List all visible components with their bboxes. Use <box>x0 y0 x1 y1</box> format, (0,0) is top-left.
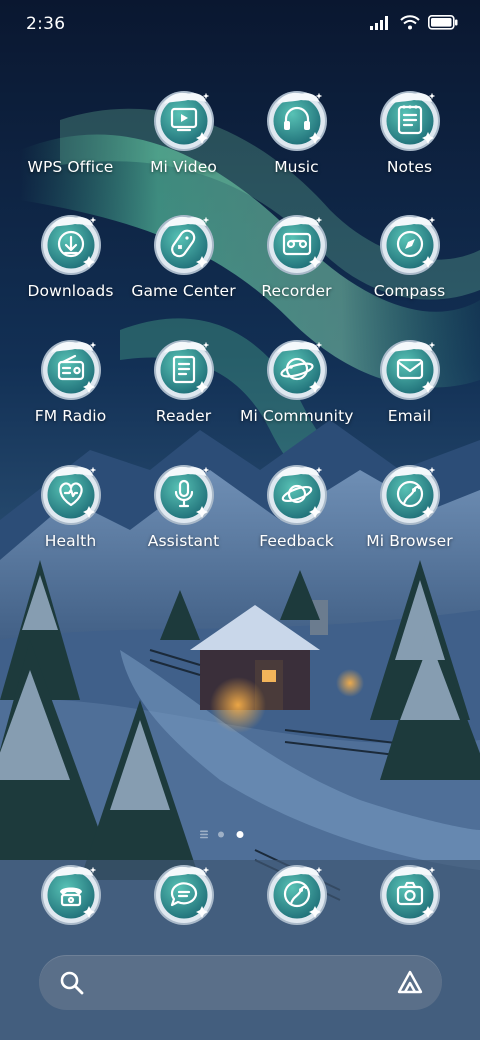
app-assistant[interactable]: Assistant <box>127 462 240 550</box>
microphone-icon[interactable] <box>152 462 216 526</box>
wifi-icon <box>400 15 420 30</box>
heart-icon[interactable] <box>39 462 103 526</box>
app-label: Notes <box>386 158 433 176</box>
app-downloads[interactable]: Downloads <box>14 212 127 300</box>
app-label: FM Radio <box>34 407 107 425</box>
app-label: Recorder <box>261 282 332 300</box>
page-dot <box>218 831 224 838</box>
page-dot-active <box>236 831 244 838</box>
app-label: Mi Community <box>240 407 354 425</box>
phone-icon[interactable] <box>39 862 103 926</box>
app-music[interactable]: Music <box>240 88 353 176</box>
app-label: Downloads <box>27 282 114 300</box>
app-label: Health <box>44 532 97 550</box>
app-label: Email <box>387 407 432 425</box>
app-label: Reader <box>155 407 212 425</box>
status-time: 2:36 <box>26 14 66 34</box>
app-email[interactable]: Email <box>353 337 466 425</box>
camera-icon[interactable] <box>378 862 442 926</box>
game-controller-icon[interactable] <box>152 212 216 276</box>
search-bar[interactable] <box>39 955 442 1010</box>
app-label: WPS Office <box>27 158 114 176</box>
app-wps-office[interactable]: WPS Office <box>14 88 127 176</box>
app-reader[interactable]: Reader <box>127 337 240 425</box>
browser-icon[interactable] <box>378 462 442 526</box>
app-mi-video[interactable]: Mi Video <box>127 88 240 176</box>
app-fm-radio[interactable]: FM Radio <box>14 337 127 425</box>
app-mi-browser[interactable]: Mi Browser <box>353 462 466 550</box>
app-label: Assistant <box>147 532 220 550</box>
app-label: Feedback <box>259 532 334 550</box>
app-notes[interactable]: Notes <box>353 88 466 176</box>
app-mi-community[interactable]: Mi Community <box>240 337 353 425</box>
battery-icon <box>428 15 458 30</box>
status-bar: 2:36 <box>0 0 480 50</box>
assistant-a-icon[interactable] <box>396 969 424 997</box>
page-indicator <box>200 830 244 839</box>
notes-icon[interactable] <box>378 88 442 152</box>
browser-icon[interactable] <box>265 862 329 926</box>
app-label: Music <box>274 158 319 176</box>
app-label: Mi Video <box>150 158 217 176</box>
app-recorder[interactable]: Recorder <box>240 212 353 300</box>
app-feedback[interactable]: Feedback <box>240 462 353 550</box>
search-icon[interactable] <box>59 970 85 996</box>
video-icon[interactable] <box>152 88 216 152</box>
message-icon[interactable] <box>152 862 216 926</box>
signal-icon <box>370 15 388 30</box>
status-icons <box>370 15 458 30</box>
cassette-icon[interactable] <box>265 212 329 276</box>
wps-office-icon[interactable] <box>39 88 103 152</box>
radio-icon[interactable] <box>39 337 103 401</box>
saturn-icon[interactable] <box>265 462 329 526</box>
home-page-lines-icon <box>200 830 208 839</box>
book-icon[interactable] <box>152 337 216 401</box>
app-label: Compass <box>373 282 446 300</box>
envelope-icon[interactable] <box>378 337 442 401</box>
app-label: Mi Browser <box>366 532 453 550</box>
app-health[interactable]: Health <box>14 462 127 550</box>
app-game-center[interactable]: Game Center <box>127 212 240 300</box>
app-compass[interactable]: Compass <box>353 212 466 300</box>
headphones-icon[interactable] <box>265 88 329 152</box>
download-icon[interactable] <box>39 212 103 276</box>
app-label: Game Center <box>131 282 236 300</box>
planet-icon[interactable] <box>265 337 329 401</box>
compass-icon[interactable] <box>378 212 442 276</box>
